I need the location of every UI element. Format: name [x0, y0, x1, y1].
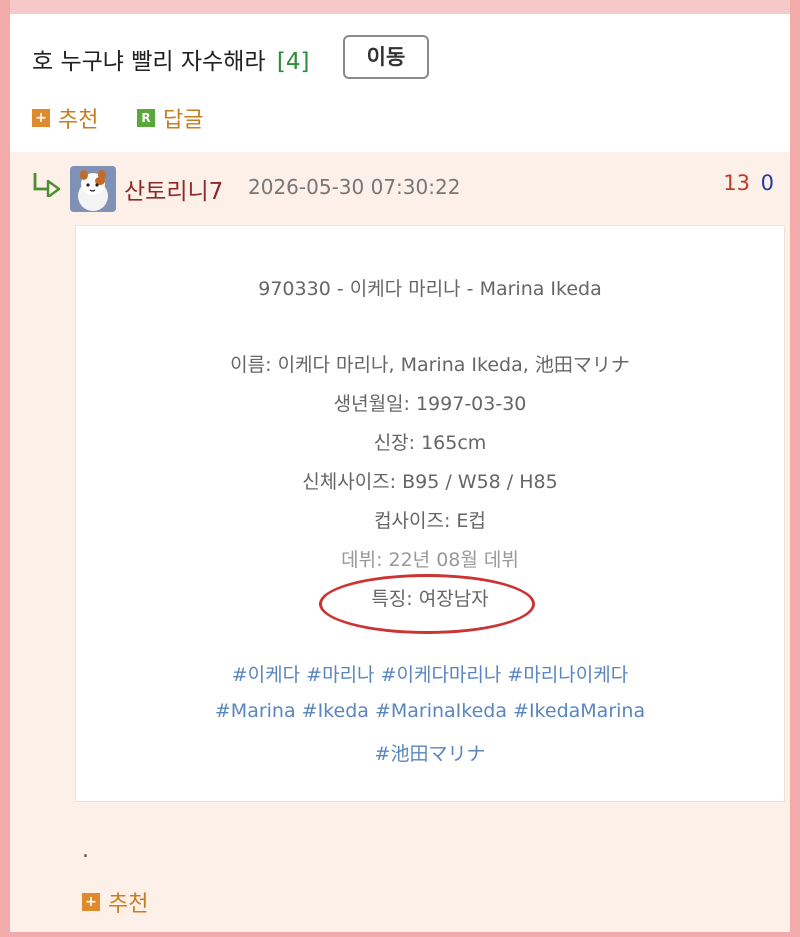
reply-arrow-icon [33, 173, 61, 197]
plus-square-icon: + [82, 893, 100, 911]
highlight-circle [319, 574, 535, 634]
hashtag-line-3: #池田マリナ [374, 743, 486, 765]
downvote-count: 0 [760, 171, 774, 195]
reply-text: . [82, 838, 89, 863]
move-button[interactable]: 이동 [343, 35, 429, 79]
info-cup-size: 컵사이즈: E컵 [374, 510, 486, 532]
info-body-size: 신체사이즈: B95 / W58 / H85 [302, 471, 558, 493]
info-name: 이름: 이케다 마리나, Marina Ikeda, 池田マリナ [230, 354, 630, 376]
post-area: 호 누구냐 빨리 자수해라 [4] 이동 + 추천 R 답글 [10, 14, 790, 152]
image-title: 970330 - 이케다 마리나 - Marina Ikeda [258, 278, 602, 300]
post-title-text: 호 누구냐 빨리 자수해라 [32, 49, 266, 75]
reply-button[interactable]: R 답글 [137, 102, 203, 134]
r-square-icon: R [137, 109, 155, 127]
reply-nickname[interactable]: 산토리니7 [124, 172, 223, 206]
top-strip [10, 0, 790, 14]
page-frame: 호 누구냐 빨리 자수해라 [4] 이동 + 추천 R 답글 산토리니7 202… [10, 0, 790, 932]
hashtag-line-1: #이케다 #마리나 #이케다마리나 #마리나이케다 [231, 664, 629, 686]
reply-date: 2026-05-30 07:30:22 [248, 175, 461, 199]
comment-count[interactable]: [4] [277, 49, 310, 75]
plus-square-icon: + [32, 109, 50, 127]
reply-recommend-label: 추천 [108, 892, 149, 917]
recommend-label: 추천 [58, 108, 99, 133]
info-birthdate: 생년월일: 1997-03-30 [333, 393, 527, 415]
reply-recommend-button[interactable]: + 추천 [82, 886, 148, 918]
upvote-count: 13 [723, 171, 750, 195]
avatar[interactable] [70, 166, 116, 212]
reply-header: 산토리니7 2026-05-30 07:30:22 13 0 [10, 155, 790, 215]
avatar-image [70, 166, 116, 212]
info-height: 신장: 165cm [373, 432, 487, 454]
recommend-button[interactable]: + 추천 [32, 102, 98, 134]
reply-label: 답글 [163, 108, 204, 133]
reply-score: 13 0 [723, 171, 774, 195]
attached-image[interactable]: 970330 - 이케다 마리나 - Marina Ikeda 이름: 이케다 … [75, 225, 785, 802]
hashtag-line-2: #Marina #Ikeda #MarinaIkeda #IkedaMarina [214, 700, 646, 722]
post-title: 호 누구냐 빨리 자수해라 [4] [32, 42, 309, 76]
info-debut: 데뷔: 22년 08월 데뷔 [341, 549, 519, 571]
